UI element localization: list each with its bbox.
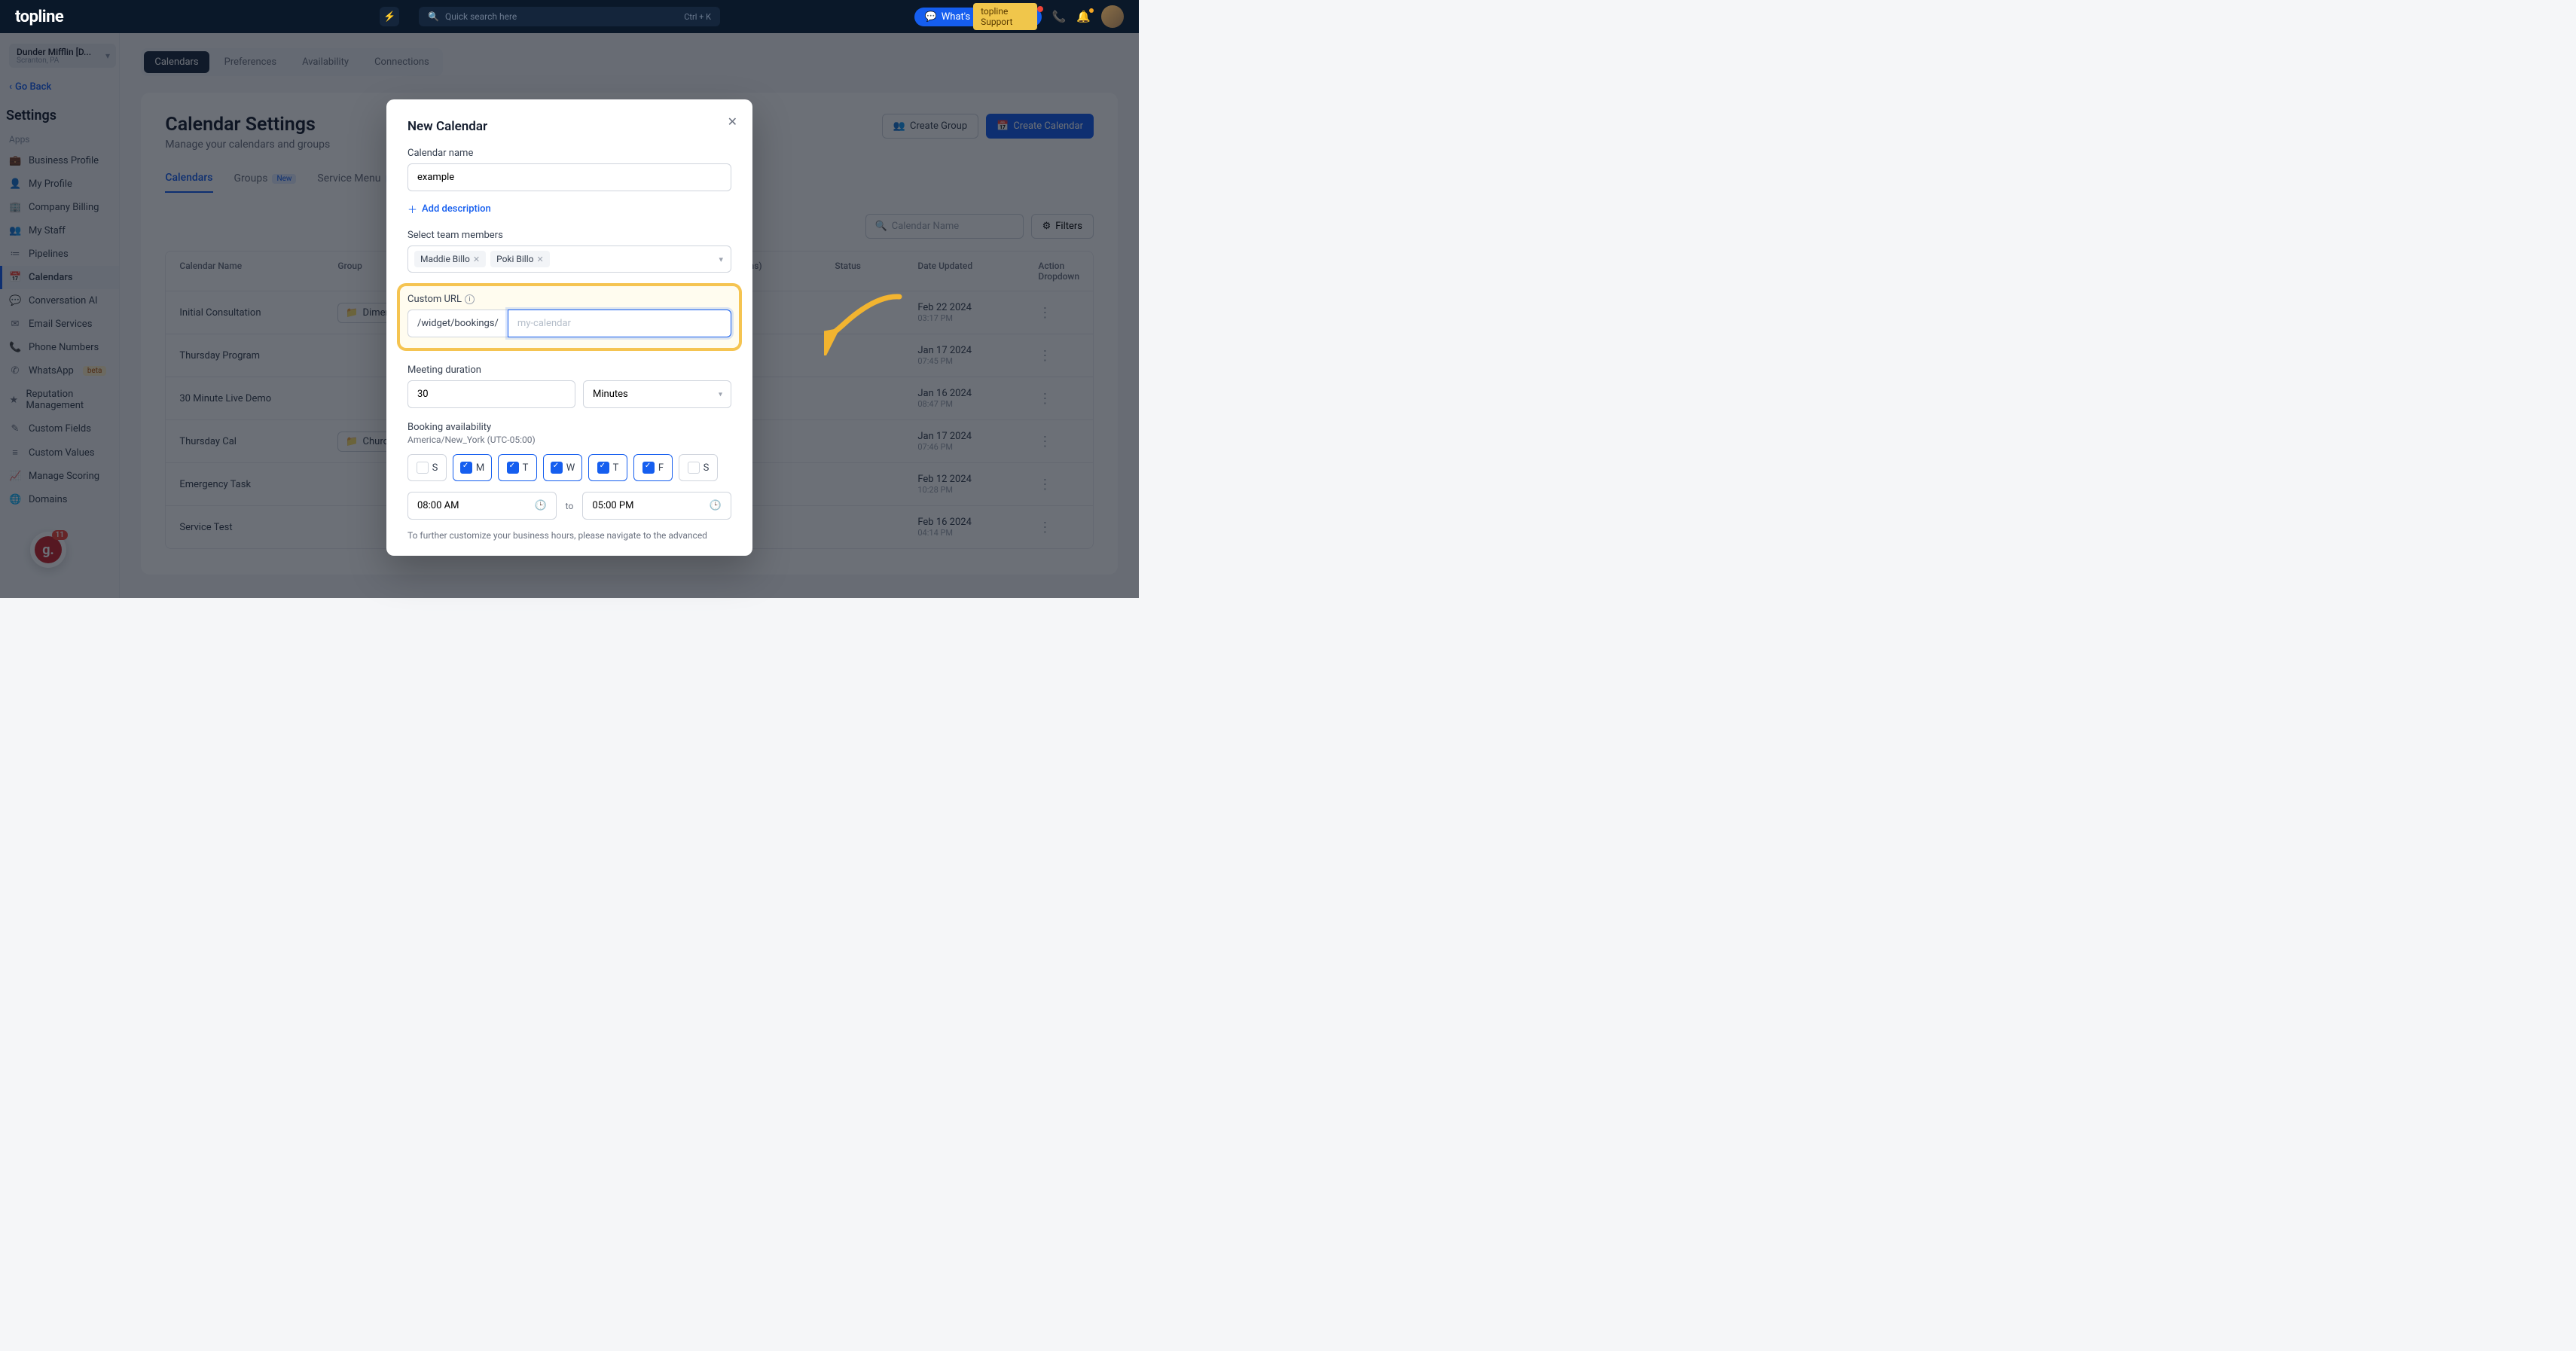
time-from-input[interactable]: 08:00 AM 🕒 <box>407 492 557 520</box>
checkbox-icon <box>642 462 655 474</box>
custom-url-input[interactable] <box>508 310 731 337</box>
time-row: 08:00 AM 🕒 to 05:00 PM 🕒 <box>407 492 731 520</box>
checkbox-icon <box>551 462 563 474</box>
updates-button[interactable]: 💬 What's New Updates topline Support <box>914 8 1042 26</box>
add-description-label: Add description <box>422 203 491 215</box>
time-to-value: 05:00 PM <box>592 500 633 511</box>
custom-url-label: Custom URL i <box>407 294 731 305</box>
checkbox-icon <box>460 462 472 474</box>
team-member-tag: Poki Billo ✕ <box>490 251 550 267</box>
day-label: T <box>523 462 529 474</box>
close-icon[interactable]: ✕ <box>728 114 737 129</box>
checkbox-icon <box>688 462 700 474</box>
top-right: 💬 What's New Updates topline Support 📞 🔔 <box>914 5 1124 28</box>
day-label: S <box>432 462 438 474</box>
duration-value-input[interactable] <box>407 380 575 408</box>
topbar: topline 🔍 Quick search here Ctrl + K ⚡ 💬… <box>0 0 1139 33</box>
calendar-name-input[interactable] <box>407 163 731 191</box>
global-search[interactable]: 🔍 Quick search here Ctrl + K <box>419 7 720 26</box>
day-label: F <box>658 462 664 474</box>
chevron-down-icon: ▾ <box>719 255 723 264</box>
day-toggle[interactable]: F <box>633 454 673 481</box>
search-kbd: Ctrl + K <box>684 12 711 22</box>
duration-unit-select[interactable] <box>583 380 731 408</box>
remove-tag-icon[interactable]: ✕ <box>473 255 480 264</box>
checkbox-icon <box>507 462 519 474</box>
search-placeholder: Quick search here <box>445 11 517 22</box>
time-from-value: 08:00 AM <box>417 500 459 511</box>
plus-icon: ＋ <box>407 202 417 216</box>
new-calendar-modal: New Calendar ✕ Calendar name ＋ Add descr… <box>386 99 752 556</box>
checkbox-icon <box>597 462 609 474</box>
day-label: S <box>704 462 710 474</box>
days-row: SMTWTFS <box>407 454 731 481</box>
phone-icon[interactable]: 📞 <box>1052 10 1067 23</box>
clock-icon: 🕒 <box>534 500 546 511</box>
modal-footer-note: To further customize your business hours… <box>407 530 731 541</box>
day-label: T <box>613 462 619 474</box>
time-to-input[interactable]: 05:00 PM 🕒 <box>582 492 731 520</box>
day-label: M <box>476 462 484 474</box>
lightning-button[interactable]: ⚡ <box>380 7 399 26</box>
clock-icon: 🕒 <box>710 500 722 511</box>
day-toggle[interactable]: T <box>498 454 537 481</box>
day-toggle[interactable]: W <box>543 454 582 481</box>
search-icon: 🔍 <box>428 11 439 22</box>
modal-title: New Calendar <box>407 119 731 134</box>
custom-url-row: /widget/bookings/ <box>407 310 731 337</box>
booking-availability-label: Booking availability <box>407 422 731 433</box>
select-team-label: Select team members <box>407 230 731 241</box>
url-prefix: /widget/bookings/ <box>407 310 508 337</box>
team-member-tag: Maddie Billo ✕ <box>414 251 486 267</box>
remove-tag-icon[interactable]: ✕ <box>536 255 543 264</box>
day-label: W <box>566 462 575 474</box>
day-toggle[interactable]: M <box>453 454 492 481</box>
info-icon[interactable]: i <box>465 294 475 304</box>
add-description-link[interactable]: ＋ Add description <box>407 202 731 216</box>
avatar[interactable] <box>1101 5 1124 28</box>
team-members-input[interactable]: Maddie Billo ✕Poki Billo ✕ ▾ <box>407 245 731 273</box>
duration-unit-value <box>583 380 731 408</box>
checkbox-icon <box>417 462 429 474</box>
calendar-name-label: Calendar name <box>407 148 731 159</box>
bell-icon[interactable]: 🔔 <box>1076 10 1091 23</box>
day-toggle[interactable]: T <box>588 454 627 481</box>
brand-logo: topline <box>15 8 63 26</box>
timezone-label: America/New_York (UTC-05:00) <box>407 435 731 445</box>
day-toggle[interactable]: S <box>407 454 447 481</box>
duration-row <box>407 380 731 408</box>
meeting-duration-label: Meeting duration <box>407 364 731 376</box>
chat-icon: 💬 <box>925 11 937 23</box>
day-toggle[interactable]: S <box>679 454 718 481</box>
custom-url-highlight: Custom URL i /widget/bookings/ <box>400 286 739 348</box>
support-pill: topline Support <box>973 3 1037 30</box>
time-to-label: to <box>566 501 574 511</box>
